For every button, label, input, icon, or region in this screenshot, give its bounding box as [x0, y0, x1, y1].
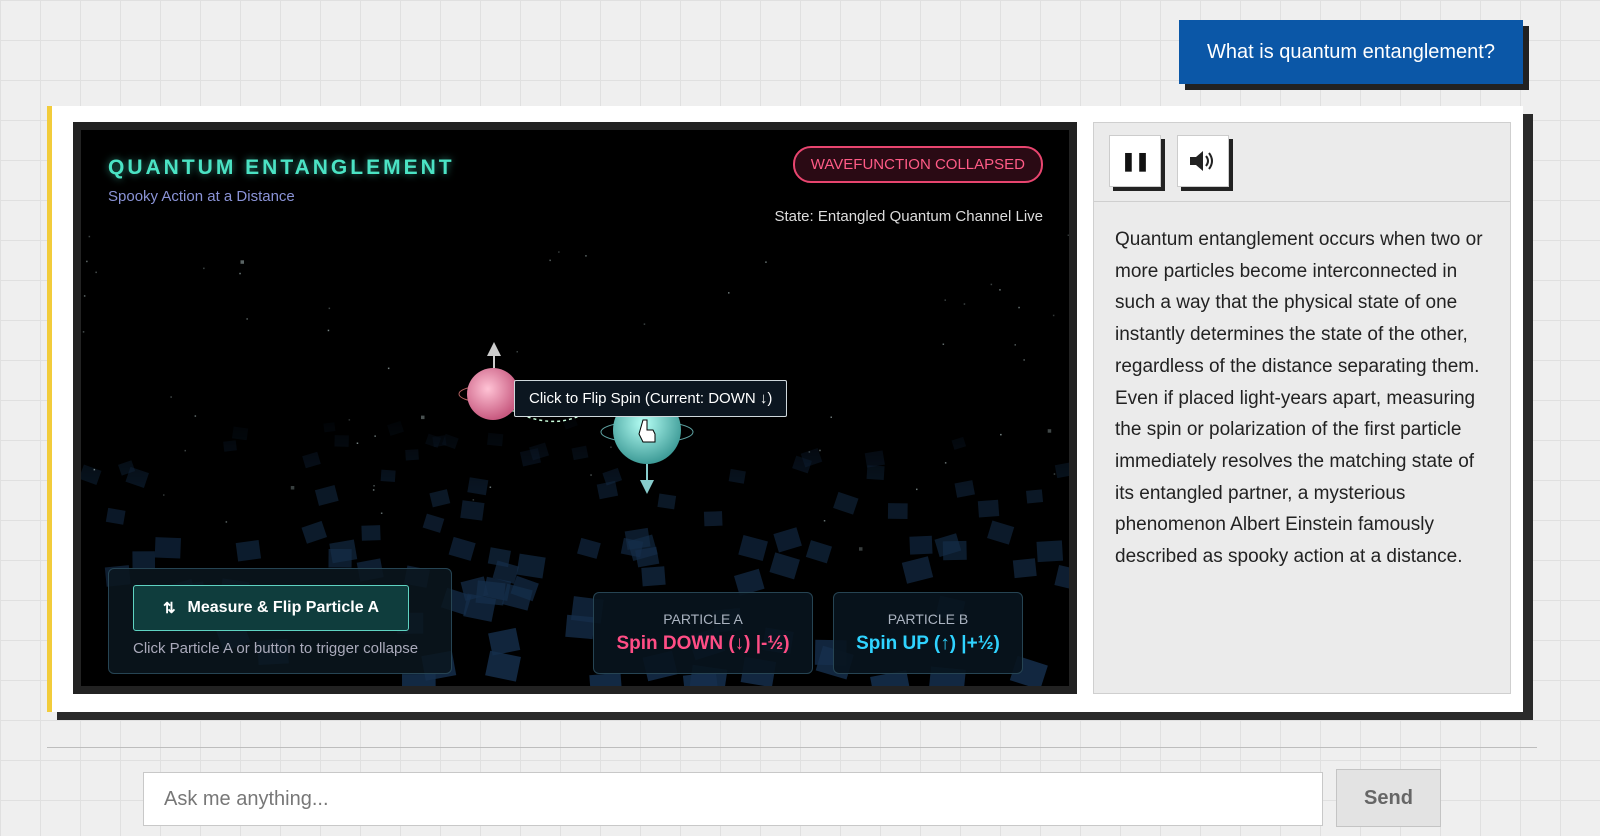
simulation-title: QUANTUM ENTANGLEMENT [108, 156, 455, 179]
pause-button[interactable]: ❚❚ [1109, 135, 1161, 187]
particle-a-label: PARTICLE A [663, 611, 743, 627]
control-hint: Click Particle A or button to trigger co… [133, 640, 419, 657]
pause-icon: ❚❚ [1120, 150, 1150, 171]
particle-a-spin: Spin DOWN (↓) |-½) [616, 633, 790, 654]
channel-state-text: State: Entangled Quantum Channel Live [774, 208, 1043, 225]
user-message-bubble: What is quantum entanglement? [1179, 20, 1523, 84]
particle-b-spin: Spin UP (↑) |+½) [856, 633, 1000, 654]
control-panel: ⇅ Measure & Flip Particle A Click Partic… [108, 568, 452, 674]
particle-a-card: PARTICLE A Spin DOWN (↓) |-½) [593, 592, 813, 674]
measure-flip-button[interactable]: ⇅ Measure & Flip Particle A [133, 585, 409, 631]
simulation-subtitle: Spooky Action at a Distance [108, 188, 295, 205]
explanation-text: Quantum entanglement occurs when two or … [1115, 229, 1483, 568]
chat-divider [47, 747, 1537, 748]
response-card: QUANTUM ENTANGLEMENT Spooky Action at a … [47, 106, 1523, 712]
swap-vertical-icon: ⇅ [162, 600, 176, 617]
flip-spin-tooltip: Click to Flip Spin (Current: DOWN ↓) [514, 380, 788, 417]
speaker-button[interactable] [1177, 135, 1229, 187]
send-button[interactable]: Send [1336, 769, 1441, 827]
audio-toolbar: ❚❚ [1094, 123, 1510, 202]
chat-input[interactable] [143, 772, 1323, 826]
entanglement-simulation[interactable]: QUANTUM ENTANGLEMENT Spooky Action at a … [73, 122, 1077, 694]
particle-b-label: PARTICLE B [887, 611, 969, 627]
speaker-icon [1190, 151, 1213, 171]
explanation-panel: ❚❚ Quantum entanglement occurs when two … [1093, 122, 1511, 694]
particle-b-card: PARTICLE B Spin UP (↑) |+½) [833, 592, 1023, 674]
status-badge: WAVEFUNCTION COLLAPSED [792, 146, 1043, 183]
measure-flip-label: Measure & Flip Particle A [187, 599, 380, 616]
